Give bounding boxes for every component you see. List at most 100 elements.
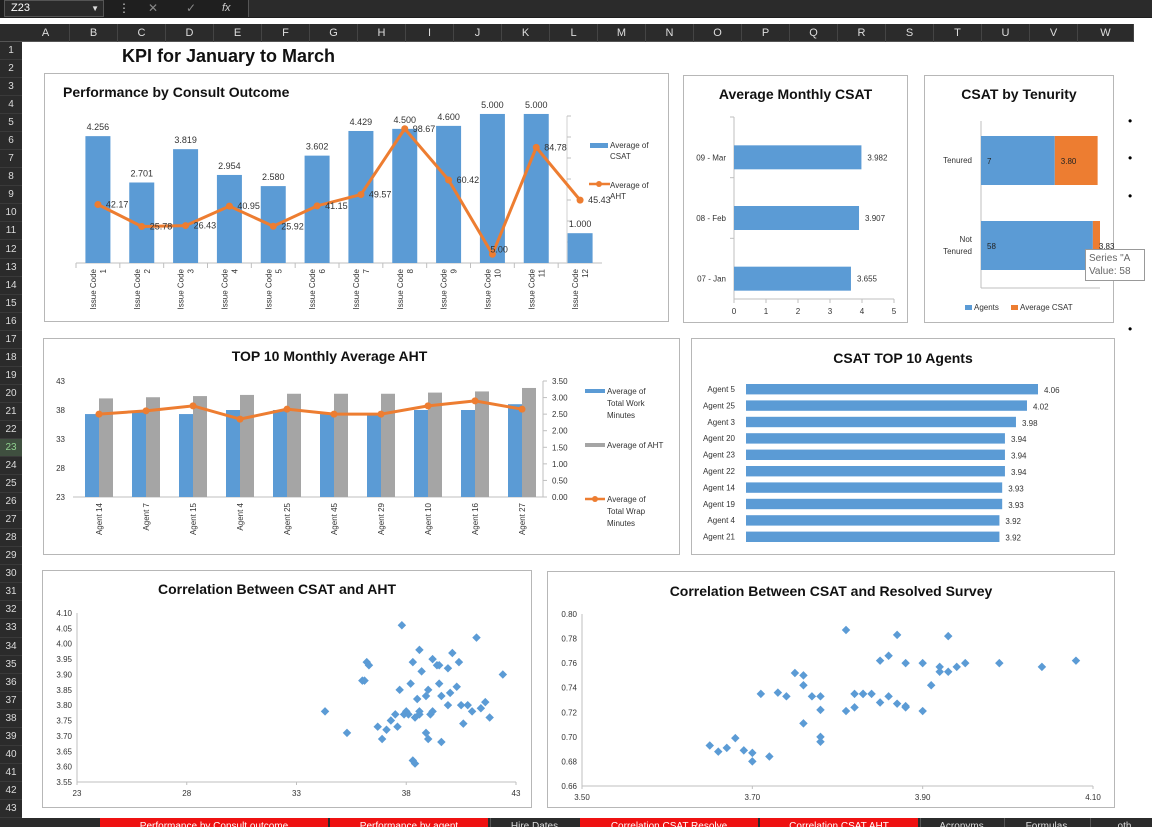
sheet-tab[interactable]: Acronyms: [920, 818, 1002, 827]
row-header-11[interactable]: 11: [0, 222, 22, 241]
row-header-28[interactable]: 28: [0, 529, 22, 548]
row-header-37[interactable]: 37: [0, 692, 22, 710]
formula-input[interactable]: [248, 0, 1152, 17]
row-header-26[interactable]: 26: [0, 493, 22, 512]
row-header-31[interactable]: 31: [0, 583, 22, 602]
column-header-t[interactable]: T: [934, 24, 982, 42]
scatter-point: [386, 716, 396, 725]
sheet-tab[interactable]: Correlation CSAT AHT: [760, 818, 918, 827]
chart-scatter-aht[interactable]: Correlation Between CSAT and AHT 3.55 3.6…: [42, 570, 532, 808]
line-marker: [377, 410, 385, 418]
row-header-20[interactable]: 20: [0, 385, 22, 403]
chart-monthly-csat[interactable]: Average Monthly CSAT 3.982 09 - Mar 3.907 0…: [683, 75, 908, 323]
row-header-15[interactable]: 15: [0, 295, 22, 313]
row-header-39[interactable]: 39: [0, 728, 22, 746]
row-header-34[interactable]: 34: [0, 638, 22, 656]
row-header-22[interactable]: 22: [0, 421, 22, 439]
row-header-23[interactable]: 23: [0, 439, 22, 458]
row-header-25[interactable]: 25: [0, 475, 22, 494]
column-header-j[interactable]: J: [454, 24, 502, 42]
insert-function-icon[interactable]: fx: [222, 0, 231, 17]
tick-label: Issue Code: [571, 268, 580, 309]
row-header-24[interactable]: 24: [0, 457, 22, 476]
row-header-13[interactable]: 13: [0, 259, 22, 277]
row-header-36[interactable]: 36: [0, 674, 22, 692]
row-header-35[interactable]: 35: [0, 656, 22, 674]
tick-label: 9: [450, 268, 459, 273]
column-header-d[interactable]: D: [166, 24, 214, 42]
column-header-i[interactable]: I: [406, 24, 454, 42]
tick-label: 08 - Feb: [696, 214, 726, 223]
row-header-10[interactable]: 10: [0, 204, 22, 223]
row-header-41[interactable]: 41: [0, 764, 22, 782]
row-header-1[interactable]: 1: [0, 42, 22, 61]
row-header-33[interactable]: 33: [0, 619, 22, 638]
column-header-c[interactable]: C: [118, 24, 166, 42]
row-header-21[interactable]: 21: [0, 403, 22, 421]
column-header-p[interactable]: P: [742, 24, 790, 42]
column-header-m[interactable]: M: [598, 24, 646, 42]
line-marker: [283, 405, 291, 413]
row-header-9[interactable]: 9: [0, 186, 22, 205]
sheet-tab[interactable]: oth: [1090, 818, 1152, 827]
row-header-4[interactable]: 4: [0, 96, 22, 115]
column-header-k[interactable]: K: [502, 24, 550, 42]
column-header-l[interactable]: L: [550, 24, 598, 42]
row-header-6[interactable]: 6: [0, 132, 22, 151]
row-header-8[interactable]: 8: [0, 168, 22, 187]
row-header-16[interactable]: 16: [0, 313, 22, 331]
line-marker: [357, 191, 365, 199]
column-header-h[interactable]: H: [358, 24, 406, 42]
legend-label: Minutes: [607, 519, 635, 528]
scatter-point: [397, 621, 407, 630]
column-header-e[interactable]: E: [214, 24, 262, 42]
chart-tenurity[interactable]: CSAT by Tenurity 7 3.80 Tenured 58 3.83 Not Te…: [924, 75, 1115, 323]
scatter-point: [765, 752, 774, 761]
chart-consult-outcome[interactable]: Performance by Consult Outcome 4.256 Issu…: [44, 73, 669, 322]
row-header-38[interactable]: 38: [0, 710, 22, 728]
row-header-12[interactable]: 12: [0, 241, 22, 259]
confirm-icon[interactable]: ✓: [186, 0, 196, 17]
row-header-3[interactable]: 3: [0, 78, 22, 97]
row-header-42[interactable]: 42: [0, 782, 22, 800]
column-header-n[interactable]: N: [646, 24, 694, 42]
row-header-43[interactable]: 43: [0, 800, 22, 818]
cancel-icon[interactable]: ✕: [148, 0, 158, 17]
row-header-7[interactable]: 7: [0, 150, 22, 169]
column-header-w[interactable]: W: [1078, 24, 1134, 42]
row-header-29[interactable]: 29: [0, 547, 22, 566]
column-header-u[interactable]: U: [982, 24, 1030, 42]
row-header-30[interactable]: 30: [0, 565, 22, 584]
column-header-o[interactable]: O: [694, 24, 742, 42]
sheet-tab[interactable]: Hire Dates: [490, 818, 578, 827]
more-options-icon[interactable]: ⋮: [118, 0, 130, 17]
name-box[interactable]: Z23 ▼: [4, 0, 104, 17]
chevron-down-icon[interactable]: ▼: [91, 1, 99, 16]
row-header-32[interactable]: 32: [0, 601, 22, 620]
chart-csat-top10[interactable]: CSAT TOP 10 Agents 4.06 Agent 5 4.02 Agent …: [691, 338, 1115, 555]
sheet-tab[interactable]: Performance by agent: [330, 818, 488, 827]
chart-aht-top10[interactable]: TOP 10 Monthly Average AHT 23 28 33 38 43 0.0…: [43, 338, 680, 555]
column-header-r[interactable]: R: [838, 24, 886, 42]
tick-label: 33: [56, 435, 65, 444]
column-header-g[interactable]: G: [310, 24, 358, 42]
row-header-19[interactable]: 19: [0, 367, 22, 385]
row-header-2[interactable]: 2: [0, 60, 22, 79]
chart-scatter-resolved[interactable]: Correlation Between CSAT and Resolved Su…: [547, 571, 1115, 808]
row-header-5[interactable]: 5: [0, 114, 22, 133]
sheet-tab[interactable]: Correlation CSAT Resolve: [580, 818, 758, 827]
column-header-v[interactable]: V: [1030, 24, 1078, 42]
row-header-27[interactable]: 27: [0, 511, 22, 530]
row-header-17[interactable]: 17: [0, 331, 22, 349]
column-header-s[interactable]: S: [886, 24, 934, 42]
sheet-tab[interactable]: Performance by Consult outcome: [100, 818, 328, 827]
row-header-14[interactable]: 14: [0, 277, 22, 295]
column-header-q[interactable]: Q: [790, 24, 838, 42]
tick-label: 0.80: [561, 610, 577, 619]
tick-label: 1.00: [552, 460, 568, 469]
column-header-b[interactable]: B: [70, 24, 118, 42]
sheet-tab[interactable]: Formulas: [1004, 818, 1088, 827]
row-header-40[interactable]: 40: [0, 746, 22, 764]
column-header-a[interactable]: A: [22, 24, 70, 42]
column-header-f[interactable]: F: [262, 24, 310, 42]
